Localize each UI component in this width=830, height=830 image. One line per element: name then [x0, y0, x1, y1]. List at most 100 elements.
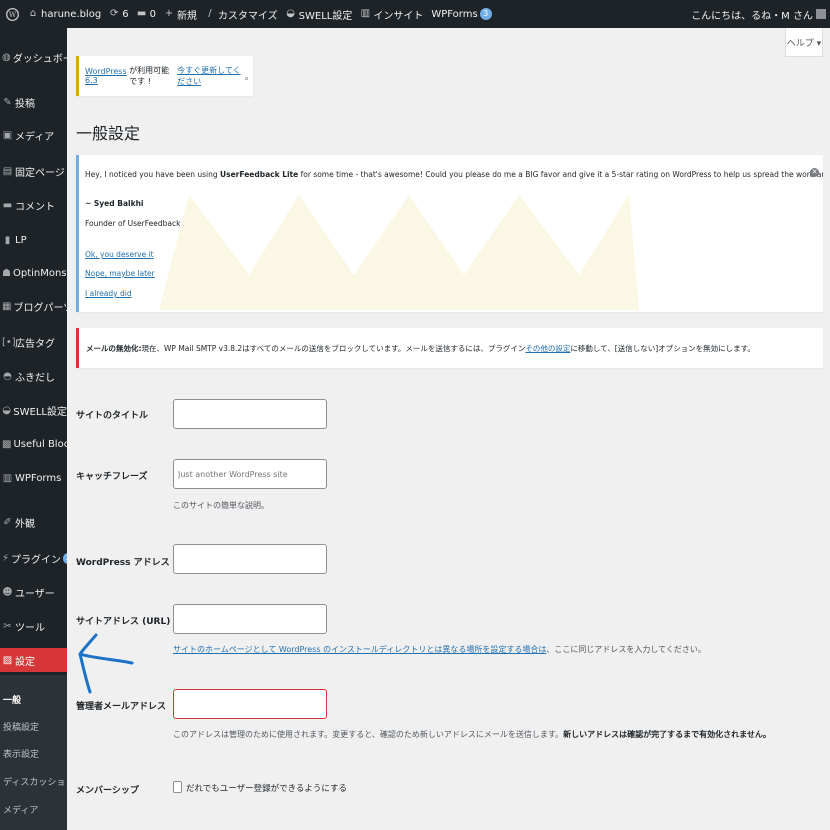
- lp-icon: ▮: [4, 234, 11, 246]
- submenu-item[interactable]: ディスカッション: [3, 775, 67, 788]
- sidebar-item-wpforms[interactable]: ▥ WPForms: [0, 466, 67, 490]
- sidebar-item-label: ふきだし: [15, 372, 55, 384]
- rate-later-link[interactable]: Nope, maybe later: [85, 269, 155, 278]
- swell-icon: ◒: [2, 404, 12, 416]
- admin-sidebar: ◍ダッシュボード ✎投稿 ▣メディア ▤固定ページ ▬コメント ▮ LP ☗OptinMons…: [0, 28, 67, 830]
- tagline-description: このサイトの簡単な説明。: [173, 501, 269, 510]
- sidebar-item-tool[interactable]: ✂ ツール: [0, 614, 67, 638]
- signature-title: Founder of UserFeedback: [85, 219, 181, 228]
- ad-tag-icon: [•]: [2, 336, 16, 348]
- mail-disabled-notice: メールの無効化: 現在、WP Mail SMTP v3.8.2はすべてのメールの…: [76, 328, 823, 368]
- site-address-help-link[interactable]: サイトのホームページとして WordPress のインストールディレクトリとは異…: [173, 645, 546, 654]
- sidebar-item-appearance[interactable]: ✐ 外観: [0, 510, 67, 534]
- site-title-input[interactable]: [173, 399, 327, 429]
- comment-icon: ▬: [2, 199, 13, 211]
- submenu-item[interactable]: 一般: [3, 693, 21, 706]
- wordpress-logo-icon[interactable]: W: [0, 0, 24, 28]
- sidebar-item-plugin[interactable]: ⚡プラグイン3: [0, 546, 67, 570]
- insight-link[interactable]: ▥ インサイト: [356, 0, 427, 28]
- site-name-link[interactable]: ⌂ harune.blog: [24, 0, 105, 28]
- swell-icon: ◒: [286, 8, 295, 19]
- appearance-icon: ✐: [3, 516, 12, 528]
- sidebar-item-label: ブログパーツ: [13, 302, 67, 314]
- page-icon: ▤: [2, 165, 13, 177]
- account-menu[interactable]: こんにちは、るね・M さん: [687, 0, 830, 28]
- sidebar-item-settings[interactable]: ▨ 設定: [0, 648, 67, 672]
- sidebar-item-ad-tag[interactable]: [•] 広告タグ: [0, 330, 67, 354]
- sidebar-item-balloon[interactable]: ◓ ふきだし: [0, 364, 67, 388]
- help-tab-button[interactable]: ヘルプ ▾: [785, 28, 823, 57]
- sidebar-item-label: ユーザー: [15, 588, 55, 600]
- sidebar-item-blocks[interactable]: ▩Useful Blocks: [0, 432, 67, 456]
- admin-email-description: このアドレスは管理のために使用されます。変更すると、確認のため新しいアドレスにメ…: [173, 730, 771, 739]
- optinmonster-icon: ☗: [2, 267, 11, 279]
- membership-checkbox[interactable]: [173, 781, 182, 793]
- admin-bar: W ⌂ harune.blog ⟳ 6 ▬ 0 + 新規 / カスタマイズ ◒ SWELL設…: [0, 0, 830, 28]
- sidebar-item-page[interactable]: ▤ 固定ページ: [0, 159, 67, 183]
- sidebar-item-label: LP: [15, 234, 27, 246]
- blogparts-icon: ▦: [2, 300, 12, 312]
- brush-icon: /: [208, 8, 212, 19]
- feedback-notice: Hey, I noticed you have been using UserF…: [76, 155, 823, 312]
- wpforms-link[interactable]: WPForms 3: [427, 0, 495, 28]
- update-now-link[interactable]: 今すぐ更新してください: [177, 65, 245, 87]
- sidebar-item-label: Useful Blocks: [13, 438, 67, 450]
- watermark-icon: [159, 195, 639, 310]
- sidebar-item-user[interactable]: ☻ ユーザー: [0, 580, 67, 604]
- sidebar-item-label: ダッシュボード: [12, 53, 67, 65]
- sidebar-item-label: 投稿: [15, 98, 35, 110]
- sidebar-item-comment[interactable]: ▬ コメント: [0, 193, 67, 217]
- wordpress-version-link[interactable]: WordPress 6.3: [85, 67, 129, 85]
- balloon-icon: ◓: [3, 370, 12, 382]
- sidebar-item-lp[interactable]: ▮ LP: [0, 228, 67, 252]
- swell-settings-link[interactable]: ◒ SWELL設定: [282, 0, 357, 28]
- wpforms-count-badge: 3: [479, 8, 492, 20]
- bar-chart-icon: ▥: [360, 8, 371, 19]
- sidebar-item-label: コメント: [15, 201, 55, 213]
- svg-text:W: W: [8, 10, 16, 19]
- tool-icon: ✂: [3, 620, 12, 632]
- sidebar-item-swell[interactable]: ◒ SWELL設定: [0, 398, 67, 422]
- feedback-message: Hey, I noticed you have been using UserF…: [85, 170, 823, 179]
- customize-link[interactable]: / カスタマイズ: [201, 0, 282, 28]
- comments-link[interactable]: ▬ 0: [133, 0, 160, 28]
- tagline-input[interactable]: [173, 459, 327, 489]
- submenu-item[interactable]: 表示設定: [3, 747, 39, 760]
- sidebar-item-label: プラグイン: [11, 554, 62, 566]
- plus-icon: +: [164, 8, 174, 19]
- rate-done-link[interactable]: I already did: [85, 289, 132, 298]
- updates-icon: ⟳: [109, 8, 119, 19]
- admin-email-input[interactable]: [173, 689, 327, 719]
- rate-yes-link[interactable]: Ok, you deserve it: [85, 250, 154, 259]
- sidebar-item-media[interactable]: ▣ メディア: [0, 123, 67, 147]
- sidebar-item-label: 広告タグ: [15, 338, 55, 350]
- sidebar-item-blogparts[interactable]: ▦ブログパーツ: [0, 294, 67, 318]
- updates-link[interactable]: ⟳ 6: [105, 0, 132, 28]
- dismiss-icon[interactable]: ✕: [810, 168, 819, 177]
- site-address-input[interactable]: [173, 604, 327, 634]
- submenu-item[interactable]: 投稿設定: [3, 720, 39, 733]
- plugin-icon: ⚡: [2, 552, 10, 564]
- site-address-label: サイトアドレス (URL): [76, 617, 171, 627]
- sidebar-item-dashboard[interactable]: ◍ダッシュボード: [0, 45, 67, 69]
- membership-checkbox-label[interactable]: だれでもユーザー登録ができるようにする: [186, 782, 347, 794]
- sidebar-item-pin[interactable]: ✎ 投稿: [0, 90, 67, 114]
- blocks-icon: ▩: [2, 438, 12, 450]
- sidebar-item-label: WPForms: [15, 472, 62, 484]
- submenu-item[interactable]: メディア: [3, 803, 38, 816]
- wpforms-icon: ▥: [2, 472, 13, 484]
- sidebar-item-optinmonster[interactable]: ☗OptinMonster2: [0, 261, 67, 285]
- site-title-label: サイトのタイトル: [76, 411, 149, 421]
- admin-email-label: 管理者メールアドレス: [76, 702, 167, 712]
- wordpress-address-input[interactable]: [173, 544, 327, 574]
- home-icon: ⌂: [29, 8, 37, 19]
- membership-label: メンバーシップ: [76, 786, 139, 796]
- sidebar-item-label: 設定: [15, 656, 35, 668]
- sidebar-item-label: 固定ページ: [15, 167, 65, 179]
- comment-icon: ▬: [136, 8, 147, 19]
- new-content-link[interactable]: + 新規: [160, 0, 201, 28]
- pin-icon: ✎: [3, 96, 12, 108]
- sidebar-item-label: 外観: [15, 518, 35, 530]
- settings-submenu: 一般投稿設定表示設定ディスカッションメディア: [0, 675, 67, 830]
- other-settings-link[interactable]: その他の設定: [525, 343, 570, 354]
